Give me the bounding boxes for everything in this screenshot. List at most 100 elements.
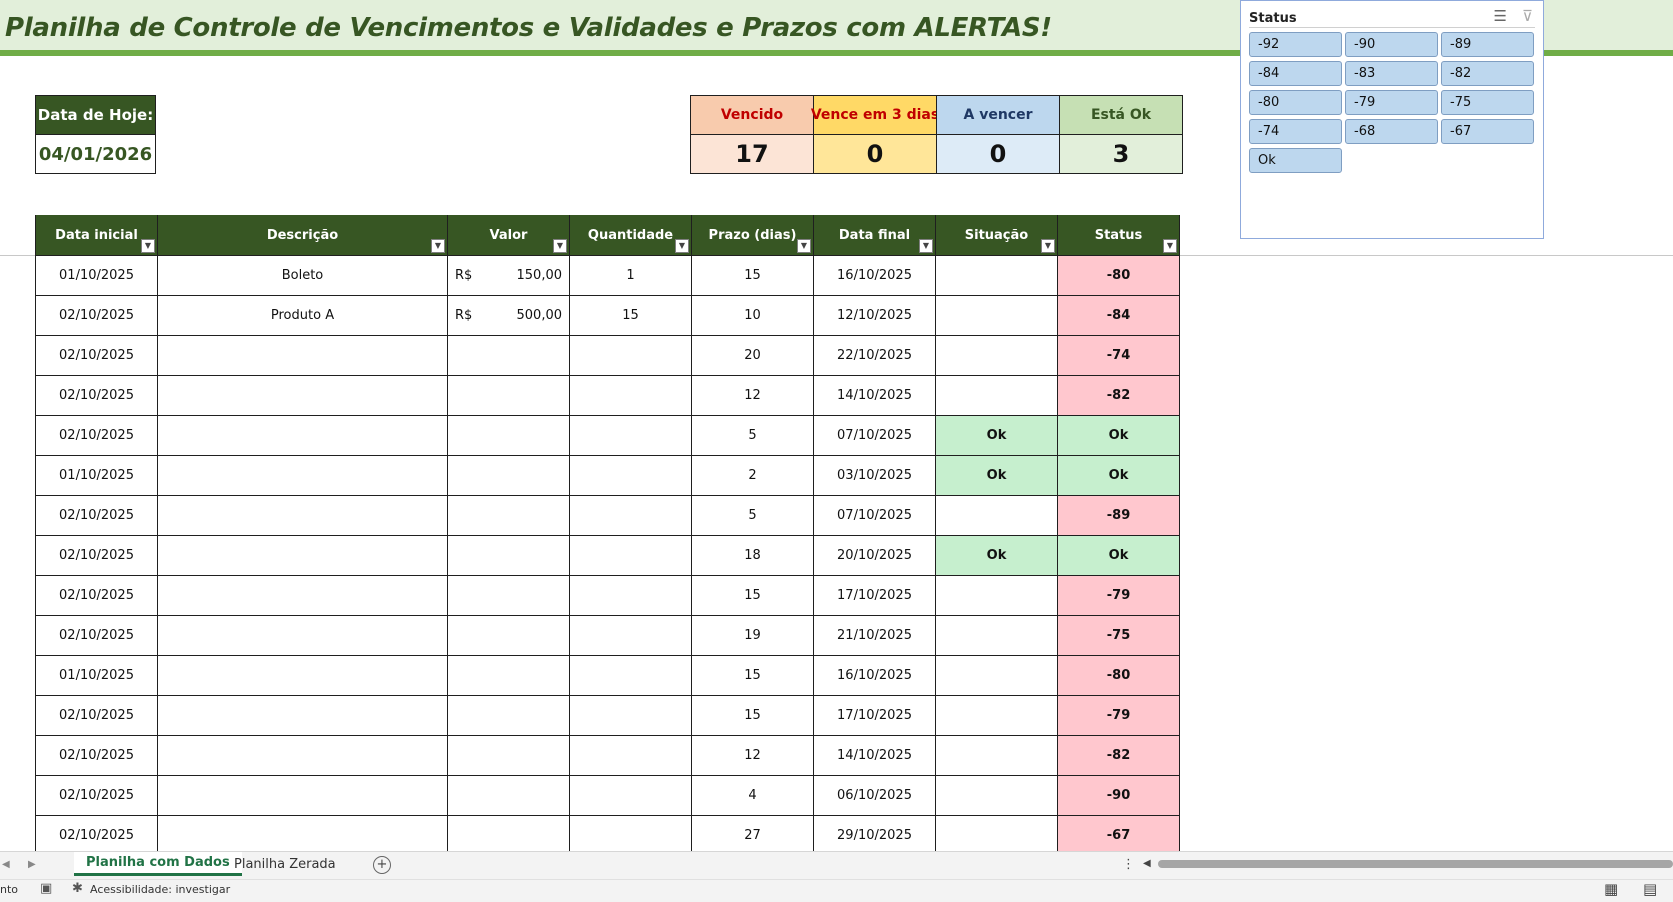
- cell-status[interactable]: -84: [1057, 295, 1180, 336]
- horizontal-scrollbar[interactable]: [1158, 860, 1673, 868]
- cell-descricao[interactable]: [157, 375, 448, 416]
- slicer-item[interactable]: -67: [1441, 119, 1534, 144]
- cell-situacao[interactable]: Ok: [935, 415, 1058, 456]
- cell-data-final[interactable]: 03/10/2025: [813, 455, 936, 496]
- cell-status[interactable]: -80: [1057, 255, 1180, 296]
- cell-descricao[interactable]: [157, 455, 448, 496]
- cell-prazo[interactable]: 15: [691, 255, 814, 296]
- accessibility-icon[interactable]: ✱: [72, 881, 83, 896]
- cell-descricao[interactable]: [157, 735, 448, 776]
- cell-status[interactable]: -79: [1057, 575, 1180, 616]
- cell-valor[interactable]: [447, 335, 570, 376]
- cell-prazo[interactable]: 5: [691, 495, 814, 536]
- tab-planilha-com-dados[interactable]: Planilha com Dados: [74, 852, 242, 876]
- cell-prazo[interactable]: 12: [691, 735, 814, 776]
- cell-situacao[interactable]: [935, 375, 1058, 416]
- cell-data-inicial[interactable]: 02/10/2025: [35, 775, 158, 816]
- macro-record-icon[interactable]: ▣: [40, 881, 52, 896]
- cell-quantidade[interactable]: [569, 695, 692, 736]
- today-value[interactable]: 04/01/2026: [35, 135, 156, 174]
- cell-situacao[interactable]: [935, 655, 1058, 696]
- cell-status[interactable]: Ok: [1057, 535, 1180, 576]
- status-slicer[interactable]: Status ☰ ⊽ -92 -90 -89 -84 -83 -82 -80 -…: [1240, 0, 1544, 239]
- add-sheet-icon[interactable]: +: [373, 856, 391, 874]
- cell-data-final[interactable]: 22/10/2025: [813, 335, 936, 376]
- cell-data-final[interactable]: 06/10/2025: [813, 775, 936, 816]
- cell-prazo[interactable]: 4: [691, 775, 814, 816]
- cell-quantidade[interactable]: [569, 455, 692, 496]
- filter-dropdown-icon[interactable]: ▼: [431, 239, 445, 253]
- slicer-item[interactable]: -84: [1249, 61, 1342, 86]
- cell-descricao[interactable]: [157, 775, 448, 816]
- filter-dropdown-icon[interactable]: ▼: [141, 239, 155, 253]
- cell-descricao[interactable]: [157, 655, 448, 696]
- multi-select-icon[interactable]: ☰: [1494, 7, 1507, 25]
- cell-prazo[interactable]: 15: [691, 655, 814, 696]
- cell-data-final[interactable]: 07/10/2025: [813, 495, 936, 536]
- filter-dropdown-icon[interactable]: ▼: [553, 239, 567, 253]
- filter-dropdown-icon[interactable]: ▼: [1163, 239, 1177, 253]
- cell-prazo[interactable]: 15: [691, 575, 814, 616]
- slicer-item[interactable]: -75: [1441, 90, 1534, 115]
- cell-descricao[interactable]: [157, 695, 448, 736]
- cell-prazo[interactable]: 5: [691, 415, 814, 456]
- cell-situacao[interactable]: [935, 575, 1058, 616]
- page-layout-icon[interactable]: ▤: [1643, 880, 1657, 898]
- cell-descricao[interactable]: [157, 615, 448, 656]
- cell-valor[interactable]: [447, 575, 570, 616]
- cell-data-inicial[interactable]: 01/10/2025: [35, 255, 158, 296]
- more-options-icon[interactable]: ⋮: [1122, 857, 1135, 872]
- cell-quantidade[interactable]: [569, 615, 692, 656]
- slicer-item[interactable]: -74: [1249, 119, 1342, 144]
- cell-status[interactable]: -80: [1057, 655, 1180, 696]
- cell-data-final[interactable]: 12/10/2025: [813, 295, 936, 336]
- cell-data-final[interactable]: 17/10/2025: [813, 575, 936, 616]
- cell-descricao[interactable]: [157, 575, 448, 616]
- cell-situacao[interactable]: [935, 775, 1058, 816]
- cell-data-inicial[interactable]: 02/10/2025: [35, 815, 158, 856]
- cell-status[interactable]: Ok: [1057, 415, 1180, 456]
- cell-prazo[interactable]: 20: [691, 335, 814, 376]
- cell-status[interactable]: -74: [1057, 335, 1180, 376]
- cell-status[interactable]: Ok: [1057, 455, 1180, 496]
- cell-prazo[interactable]: 12: [691, 375, 814, 416]
- cell-quantidade[interactable]: [569, 335, 692, 376]
- slicer-item[interactable]: -83: [1345, 61, 1438, 86]
- cell-valor[interactable]: [447, 775, 570, 816]
- slicer-item[interactable]: -90: [1345, 32, 1438, 57]
- cell-descricao[interactable]: Boleto: [157, 255, 448, 296]
- cell-valor[interactable]: [447, 815, 570, 856]
- cell-data-inicial[interactable]: 02/10/2025: [35, 575, 158, 616]
- filter-dropdown-icon[interactable]: ▼: [919, 239, 933, 253]
- slicer-item[interactable]: -79: [1345, 90, 1438, 115]
- tab-planilha-zerada[interactable]: Planilha Zerada: [222, 852, 348, 876]
- cell-situacao[interactable]: [935, 695, 1058, 736]
- accessibility-status[interactable]: Acessibilidade: investigar: [90, 883, 230, 896]
- cell-valor[interactable]: R$ 500,00: [447, 295, 570, 336]
- cell-status[interactable]: -82: [1057, 735, 1180, 776]
- clear-filter-icon[interactable]: ⊽: [1522, 7, 1533, 25]
- filter-dropdown-icon[interactable]: ▼: [675, 239, 689, 253]
- normal-view-icon[interactable]: ▦: [1604, 880, 1618, 898]
- cell-valor[interactable]: [447, 415, 570, 456]
- cell-data-final[interactable]: 20/10/2025: [813, 535, 936, 576]
- cell-data-final[interactable]: 07/10/2025: [813, 415, 936, 456]
- cell-data-inicial[interactable]: 02/10/2025: [35, 375, 158, 416]
- cell-prazo[interactable]: 2: [691, 455, 814, 496]
- cell-data-inicial[interactable]: 02/10/2025: [35, 495, 158, 536]
- cell-descricao[interactable]: [157, 535, 448, 576]
- slicer-item[interactable]: -92: [1249, 32, 1342, 57]
- cell-data-final[interactable]: 14/10/2025: [813, 735, 936, 776]
- slicer-item[interactable]: -82: [1441, 61, 1534, 86]
- cell-descricao[interactable]: [157, 815, 448, 856]
- cell-valor[interactable]: [447, 735, 570, 776]
- cell-data-inicial[interactable]: 01/10/2025: [35, 455, 158, 496]
- cell-data-final[interactable]: 21/10/2025: [813, 615, 936, 656]
- cell-valor[interactable]: [447, 495, 570, 536]
- slicer-item[interactable]: Ok: [1249, 148, 1342, 173]
- cell-status[interactable]: -89: [1057, 495, 1180, 536]
- cell-data-final[interactable]: 16/10/2025: [813, 255, 936, 296]
- cell-situacao[interactable]: [935, 295, 1058, 336]
- cell-valor[interactable]: R$ 150,00: [447, 255, 570, 296]
- cell-data-inicial[interactable]: 02/10/2025: [35, 615, 158, 656]
